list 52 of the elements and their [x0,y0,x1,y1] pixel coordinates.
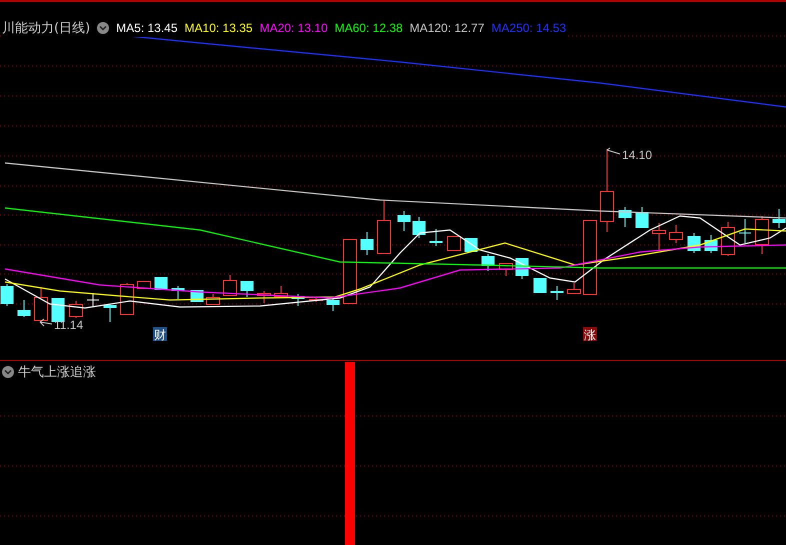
moving-average-value: MA20: 13.10 [260,21,328,35]
candlestick [499,262,513,276]
candlestick [636,206,648,228]
moving-average-value: MA5: 13.45 [116,21,178,35]
candlestick [447,236,461,251]
event-marker: 涨 [583,327,597,342]
candlestick [206,294,220,305]
candlestick [172,286,184,300]
low-price-label: 11.14 [40,318,84,332]
candlestick [567,282,581,294]
candlestick [398,210,410,232]
candlestick [34,286,48,324]
candlestick [274,286,288,297]
candlestick [309,296,323,302]
candlestick [704,234,718,254]
candlestick [412,216,426,238]
candlestick [154,276,168,290]
event-marker: 财 [153,327,167,342]
candlestick [482,254,494,272]
candlestick [430,228,442,246]
candlestick [223,274,237,296]
candlestick [550,286,564,300]
moving-average-value: MA60: 12.38 [334,21,403,35]
candlestick [137,280,151,289]
candlestick [86,292,100,308]
moving-average-value: MA250: 14.53 [491,21,566,35]
indicator-title: 牛气上涨追涨 [18,364,96,381]
candlestick [69,300,83,318]
candlestick [618,206,632,228]
dropdown-icon[interactable] [2,366,14,378]
dropdown-icon[interactable] [97,22,110,34]
candlestick [669,224,683,244]
candlestick [772,208,786,228]
candlestick [755,216,769,254]
candlestick [18,300,30,318]
candlestick [534,278,546,294]
moving-average-value: MA10: 13.35 [184,21,253,35]
high-price-label: 14.10 [606,148,652,162]
candlestick [326,298,340,312]
candlestick [360,232,374,256]
candlestick [0,284,14,306]
candlestick [738,218,752,244]
candlestick [104,304,116,322]
candlestick [257,290,271,304]
candlestick [240,280,254,298]
candlestick [377,200,391,254]
moving-average-value: MA120: 12.77 [410,21,484,35]
stock-title: 川能动力(日线) [2,20,90,37]
candlestick [292,294,304,306]
candlestick [52,298,64,322]
candlestick [652,222,666,250]
candlestick [343,238,357,304]
